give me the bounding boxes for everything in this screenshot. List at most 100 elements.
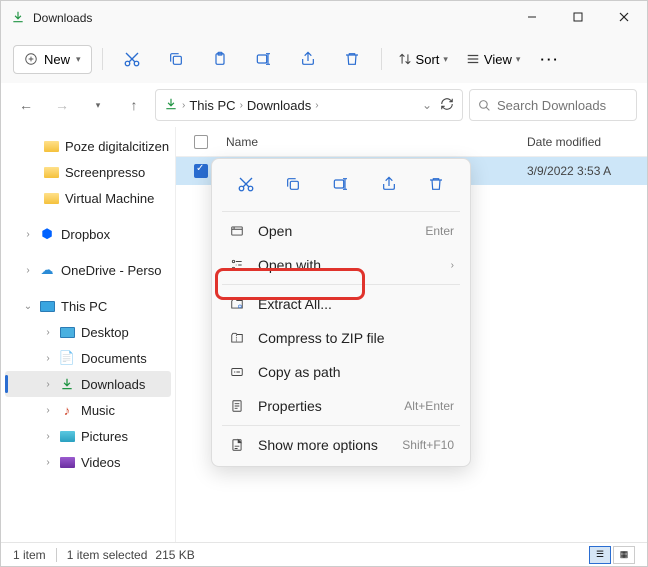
sidebar-item-desktop[interactable]: ›Desktop [1, 319, 175, 345]
music-icon: ♪ [59, 403, 75, 417]
extract-icon [228, 297, 246, 311]
file-date: 3/9/2022 3:53 A [527, 164, 647, 178]
item-count: 1 item [13, 548, 46, 562]
command-bar: New ▾ Sort ▾ View ▾ ··· [1, 35, 647, 83]
paste-button[interactable] [201, 41, 239, 77]
sidebar-label: This PC [61, 299, 107, 314]
sidebar-item-folder[interactable]: Poze digitalcitizen [1, 133, 175, 159]
search-input[interactable] [497, 98, 617, 113]
downloads-icon [11, 10, 25, 27]
sidebar-label: Virtual Machine [65, 191, 154, 206]
sidebar-label: Pictures [81, 429, 128, 444]
collapse-icon[interactable]: ⌄ [23, 301, 33, 312]
expand-icon[interactable]: › [43, 405, 53, 416]
ctx-cut-button[interactable] [228, 169, 264, 201]
cut-button[interactable] [113, 41, 151, 77]
ctx-label: Open with [258, 257, 439, 273]
documents-icon: 📄 [59, 351, 75, 365]
compress-icon [228, 331, 246, 345]
context-menu: Open Enter Open with › Extract All... Co… [211, 158, 471, 467]
sidebar-label: Videos [81, 455, 121, 470]
sidebar-item-pictures[interactable]: › Pictures [1, 423, 175, 449]
chevron-down-icon: ▾ [443, 54, 448, 65]
expand-icon[interactable]: › [43, 457, 53, 468]
sidebar-item-dropbox[interactable]: ›⬢Dropbox [1, 221, 175, 247]
sidebar-item-downloads[interactable]: › Downloads [5, 371, 171, 397]
new-button[interactable]: New ▾ [13, 45, 92, 74]
view-label: View [484, 52, 512, 67]
sidebar-item-videos[interactable]: › Videos [1, 449, 175, 475]
up-button[interactable]: ↑ [119, 90, 149, 120]
sidebar-item-folder[interactable]: Virtual Machine [1, 185, 175, 211]
column-date[interactable]: Date modified [527, 135, 647, 149]
properties-icon [228, 398, 246, 414]
expand-icon[interactable]: › [43, 327, 53, 338]
ctx-copy-path[interactable]: Copy as path [216, 355, 466, 389]
refresh-button[interactable] [440, 97, 454, 114]
ctx-label: Show more options [258, 437, 390, 453]
ctx-label: Copy as path [258, 364, 454, 380]
expand-icon[interactable]: › [43, 431, 53, 442]
copy-button[interactable] [157, 41, 195, 77]
search-box[interactable] [469, 89, 637, 121]
sidebar-item-documents[interactable]: › 📄 Documents [1, 345, 175, 371]
file-checkbox[interactable] [194, 164, 208, 178]
more-button[interactable]: ··· [532, 48, 567, 71]
close-button[interactable] [601, 1, 647, 35]
selection-size: 215 KB [155, 548, 194, 562]
ctx-share-button[interactable] [371, 169, 407, 201]
ctx-copy-button[interactable] [275, 169, 311, 201]
navigation-bar: ← → ▾ ↑ › This PC › Downloads › ⌄ [1, 83, 647, 127]
separator [56, 548, 57, 562]
ctx-label: Compress to ZIP file [258, 330, 454, 346]
sidebar-item-onedrive[interactable]: ›☁OneDrive - Perso [1, 257, 175, 283]
sidebar-label: Documents [81, 351, 147, 366]
ctx-delete-button[interactable] [418, 169, 454, 201]
address-bar[interactable]: › This PC › Downloads › ⌄ [155, 89, 463, 121]
expand-icon[interactable]: › [23, 229, 33, 240]
window-title: Downloads [33, 11, 509, 25]
ctx-open-with[interactable]: Open with › [216, 248, 466, 282]
ctx-show-more[interactable]: Show more options Shift+F10 [216, 428, 466, 462]
sidebar-label: Downloads [81, 377, 145, 392]
sidebar-label: Poze digitalcitizen [65, 139, 169, 154]
expand-icon[interactable]: › [23, 265, 33, 276]
shortcut-hint: Alt+Enter [404, 399, 454, 413]
recent-button[interactable]: ▾ [83, 90, 113, 120]
separator [102, 48, 103, 70]
select-all-checkbox[interactable] [194, 135, 208, 149]
sidebar-item-thispc[interactable]: ⌄ This PC [1, 293, 175, 319]
rename-button[interactable] [245, 41, 283, 77]
column-name[interactable]: Name [226, 135, 527, 149]
downloads-icon [59, 377, 75, 391]
forward-button[interactable]: → [47, 90, 77, 120]
divider [222, 425, 460, 426]
view-button[interactable]: View ▾ [460, 48, 526, 71]
sort-label: Sort [416, 52, 440, 67]
ctx-label: Properties [258, 398, 392, 414]
column-header: Name Date modified [176, 127, 647, 157]
ctx-properties[interactable]: Properties Alt+Enter [216, 389, 466, 423]
ctx-extract-all[interactable]: Extract All... [216, 287, 466, 321]
search-icon [478, 99, 491, 112]
delete-button[interactable] [333, 41, 371, 77]
back-button[interactable]: ← [11, 90, 41, 120]
expand-icon[interactable]: › [43, 379, 53, 390]
chevron-down-icon[interactable]: ⌄ [422, 98, 432, 112]
share-button[interactable] [289, 41, 327, 77]
divider [222, 284, 460, 285]
ctx-rename-button[interactable] [323, 169, 359, 201]
ctx-open[interactable]: Open Enter [216, 214, 466, 248]
sidebar-item-folder[interactable]: Screenpresso [1, 159, 175, 185]
maximize-button[interactable] [555, 1, 601, 35]
sidebar-item-music[interactable]: ›♪Music [1, 397, 175, 423]
sort-button[interactable]: Sort ▾ [392, 48, 454, 71]
breadcrumb-segment[interactable]: Downloads [247, 98, 311, 113]
thispc-icon [39, 299, 55, 313]
ctx-compress[interactable]: Compress to ZIP file [216, 321, 466, 355]
breadcrumb-segment[interactable]: This PC [189, 98, 235, 113]
expand-icon[interactable]: › [43, 353, 53, 364]
thumbnails-view-button[interactable]: ▦ [613, 546, 635, 564]
details-view-button[interactable]: ☰ [589, 546, 611, 564]
minimize-button[interactable] [509, 1, 555, 35]
